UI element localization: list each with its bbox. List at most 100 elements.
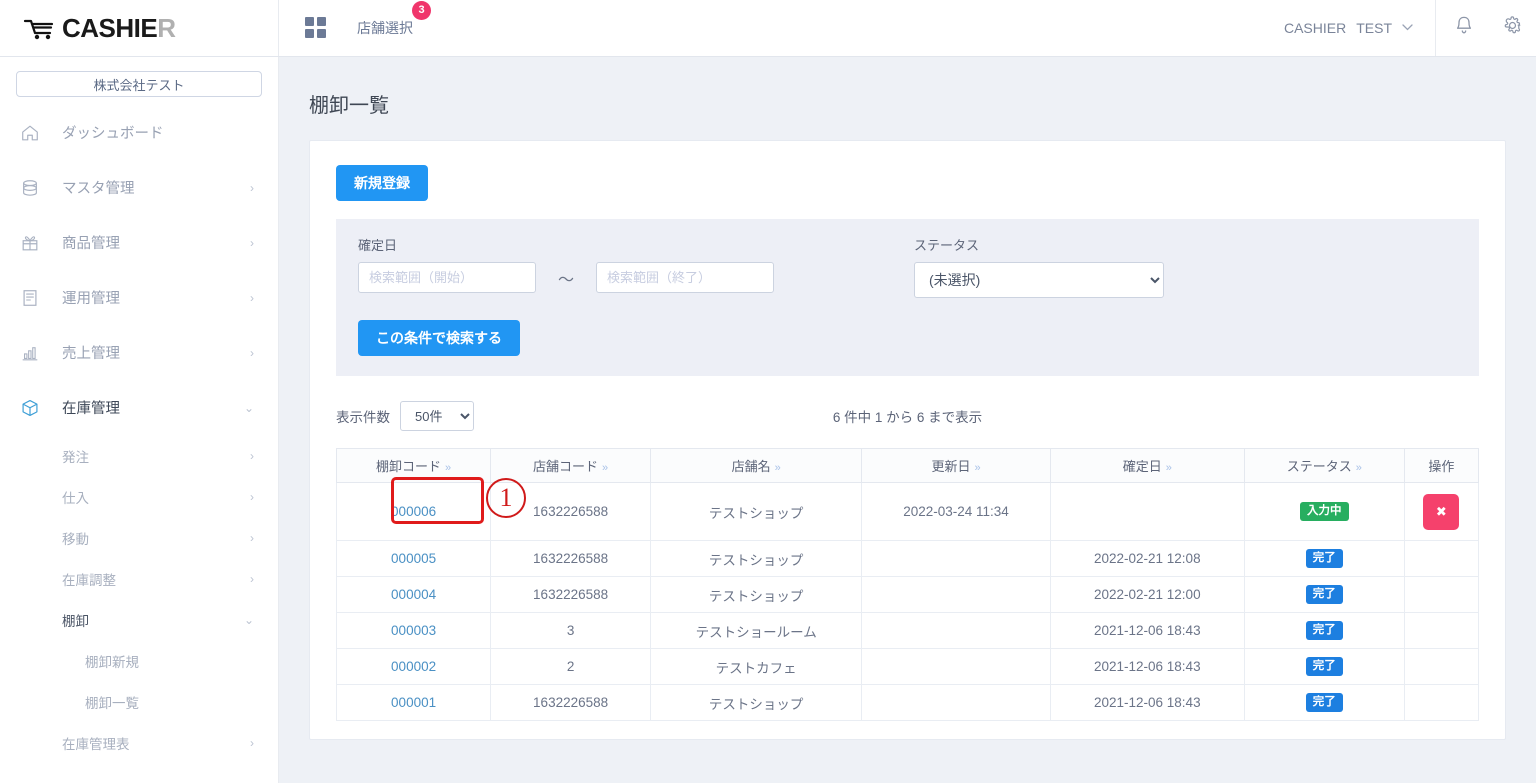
cell-confirmed-at-value: 2022-02-21 12:00	[1093, 587, 1201, 602]
cell-store-code: 1632226588	[490, 540, 652, 577]
user-account-menu[interactable]: CASHIER TEST	[1284, 0, 1436, 56]
status-field-group: ステータス (未選択)入力中完了	[914, 235, 1165, 298]
confirmed-date-label: 確定日	[358, 238, 398, 253]
brand-name: CASHIER	[62, 12, 176, 43]
cell-stocktaking-code-value[interactable]: 000006	[391, 504, 436, 519]
sidebar-item-label: 在庫管理	[62, 401, 120, 417]
chevron-right-icon: ›	[250, 735, 254, 750]
cell-store-name: テストショールーム	[650, 612, 863, 649]
sidebar-subitem-order[interactable]: 発注 ›	[0, 435, 278, 476]
status-badge: 完了	[1305, 692, 1343, 713]
chevron-down-icon: ⌄	[243, 400, 254, 415]
cell-updated-at	[861, 684, 1051, 721]
cell-store-code-value: 1632226588	[533, 551, 609, 566]
brand-logo[interactable]: CASHIER	[0, 0, 279, 56]
sidebar-item-inventory[interactable]: 在庫管理 ⌄	[0, 380, 278, 435]
sort-chevrons-icon[interactable]: »	[1356, 462, 1362, 474]
cell-confirmed-at: 2022-02-21 12:08	[1049, 540, 1245, 577]
top-nav-left: 店舗選択 3	[305, 0, 431, 56]
sidebar-item-master[interactable]: マスタ管理 ›	[0, 160, 278, 215]
status-label: ステータス	[914, 238, 980, 253]
sidebar-subitem-stock-report[interactable]: 在庫管理表 ›	[0, 722, 278, 763]
cell-stocktaking-code-value[interactable]: 000005	[391, 551, 436, 566]
search-filter-panel: 確定日 ～ ステータス (未選択)入力中完了 この条件で検索する	[336, 219, 1479, 376]
delete-row-button[interactable]: ✖	[1423, 493, 1460, 530]
cell-store-name: テストショップ	[650, 540, 863, 577]
sidebar-item-operations[interactable]: 運用管理 ›	[0, 270, 278, 325]
table-column-label: ステータス	[1286, 459, 1352, 474]
sidebar-subitem-label: 棚卸一覧	[85, 695, 139, 711]
cell-store-code: 3	[490, 612, 652, 649]
settings-gear-button[interactable]	[1488, 0, 1536, 56]
app-root: CASHIER 店舗選択 3 CASHIER TEST 株式会社テスト ダッシュ…	[0, 0, 1536, 783]
sidebar-item-products[interactable]: 商品管理 ›	[0, 215, 278, 270]
notification-bell-icon	[1454, 15, 1474, 41]
sidebar-subitem-purchase[interactable]: 仕入 ›	[0, 476, 278, 517]
table-row: 000006 1632226588 テストショップ 2022-03-24 11:34 入…	[335, 482, 1480, 541]
sidebar-subitem-transfer[interactable]: 移動 ›	[0, 517, 278, 558]
table-column-header[interactable]: 確定日 »	[1049, 448, 1245, 483]
cell-actions	[1403, 540, 1480, 577]
sidebar-item-label: 運用管理	[62, 291, 120, 307]
gift-box-icon	[20, 233, 46, 253]
store-select-badge: 3	[412, 1, 431, 20]
chevron-down-icon	[1402, 22, 1413, 34]
table-column-header[interactable]: ステータス »	[1243, 448, 1405, 483]
cell-store-name: テストカフェ	[650, 648, 863, 685]
sidebar-item-dashboard[interactable]: ダッシュボード	[0, 105, 278, 160]
table-column-header[interactable]: 棚卸コード»	[335, 448, 492, 483]
store-select-button[interactable]: 店舗選択 3	[355, 1, 431, 42]
sort-chevrons-icon[interactable]: »	[445, 462, 451, 474]
table-column-label: 操作	[1428, 459, 1455, 474]
table-header-row: 棚卸コード» 店舗コード» 店舗名» 更新日» 確定日» ステータス» 操作	[335, 448, 1480, 483]
table-column-header[interactable]: 店舗コード»	[490, 448, 652, 483]
sort-chevrons-icon[interactable]: »	[775, 462, 781, 474]
sidebar-subitem-stocktaking[interactable]: 棚卸 ⌄	[0, 599, 278, 640]
sidebar-item-sales[interactable]: 売上管理 ›	[0, 325, 278, 380]
sidebar-subitem-label: 仕入	[62, 490, 89, 506]
cell-stocktaking-code: 000001	[335, 684, 492, 721]
cell-store-code: 1632226588	[490, 576, 652, 613]
cell-stocktaking-code-value[interactable]: 000002	[391, 659, 436, 674]
sort-chevrons-icon[interactable]: »	[974, 462, 980, 474]
table-column-header[interactable]: 店舗名 »	[650, 448, 863, 483]
sidebar-subitem-stock-adjust[interactable]: 在庫調整 ›	[0, 558, 278, 599]
cell-store-code-value: 1632226588	[533, 695, 609, 710]
cell-confirmed-at: 2022-02-21 12:00	[1049, 576, 1245, 613]
cell-stocktaking-code-value[interactable]: 000001	[391, 695, 436, 710]
date-to-input[interactable]	[596, 262, 775, 293]
cell-store-name-value: テストショップ	[708, 588, 804, 604]
cell-stocktaking-code-value[interactable]: 000003	[391, 623, 436, 638]
cell-stocktaking-code: 000005	[335, 540, 492, 577]
sidebar-item-label: ダッシュボード	[62, 126, 164, 142]
database-icon	[20, 178, 46, 198]
table-column-label: 棚卸コード	[376, 459, 442, 474]
status-badge: 完了	[1305, 620, 1343, 641]
cell-confirmed-at-value: 2021-12-06 18:43	[1093, 623, 1201, 638]
sort-chevrons-icon[interactable]: »	[1166, 462, 1172, 474]
new-registration-button[interactable]: 新規登録	[336, 165, 428, 201]
date-from-input[interactable]	[358, 262, 536, 293]
sidebar-subitem-stocktaking-new[interactable]: 棚卸新規	[0, 640, 278, 681]
chevron-right-icon: ›	[250, 489, 254, 504]
cell-updated-at	[861, 612, 1051, 649]
cell-confirmed-at	[1049, 482, 1245, 541]
pagesize-select[interactable]: 10件25件50件100件	[400, 401, 474, 431]
grid-apps-icon[interactable]	[305, 17, 327, 39]
main-content: 棚卸一覧 新規登録 確定日 ～ ステータス (未選択)入力中完了	[279, 57, 1536, 783]
search-button[interactable]: この条件で検索する	[358, 320, 520, 356]
cell-stocktaking-code: 000004	[335, 576, 492, 613]
cell-store-name-value: テストショールーム	[695, 624, 817, 640]
cell-stocktaking-code-value[interactable]: 000004	[391, 587, 436, 602]
cell-updated-at	[861, 576, 1051, 613]
status-select[interactable]: (未選択)入力中完了	[914, 262, 1165, 298]
table-column-label: 店舗コード	[533, 459, 599, 474]
table-column-header[interactable]: 更新日»	[861, 448, 1051, 483]
cell-confirmed-at-value: 2021-12-06 18:43	[1093, 695, 1201, 710]
sidebar-subitem-stocktaking-list[interactable]: 棚卸一覧	[0, 681, 278, 722]
sort-chevrons-icon[interactable]: »	[602, 462, 608, 474]
shopping-cart-icon	[22, 16, 56, 40]
notification-bell-button[interactable]	[1440, 0, 1488, 56]
status-badge: 完了	[1305, 584, 1343, 605]
cell-updated-at	[861, 648, 1051, 685]
